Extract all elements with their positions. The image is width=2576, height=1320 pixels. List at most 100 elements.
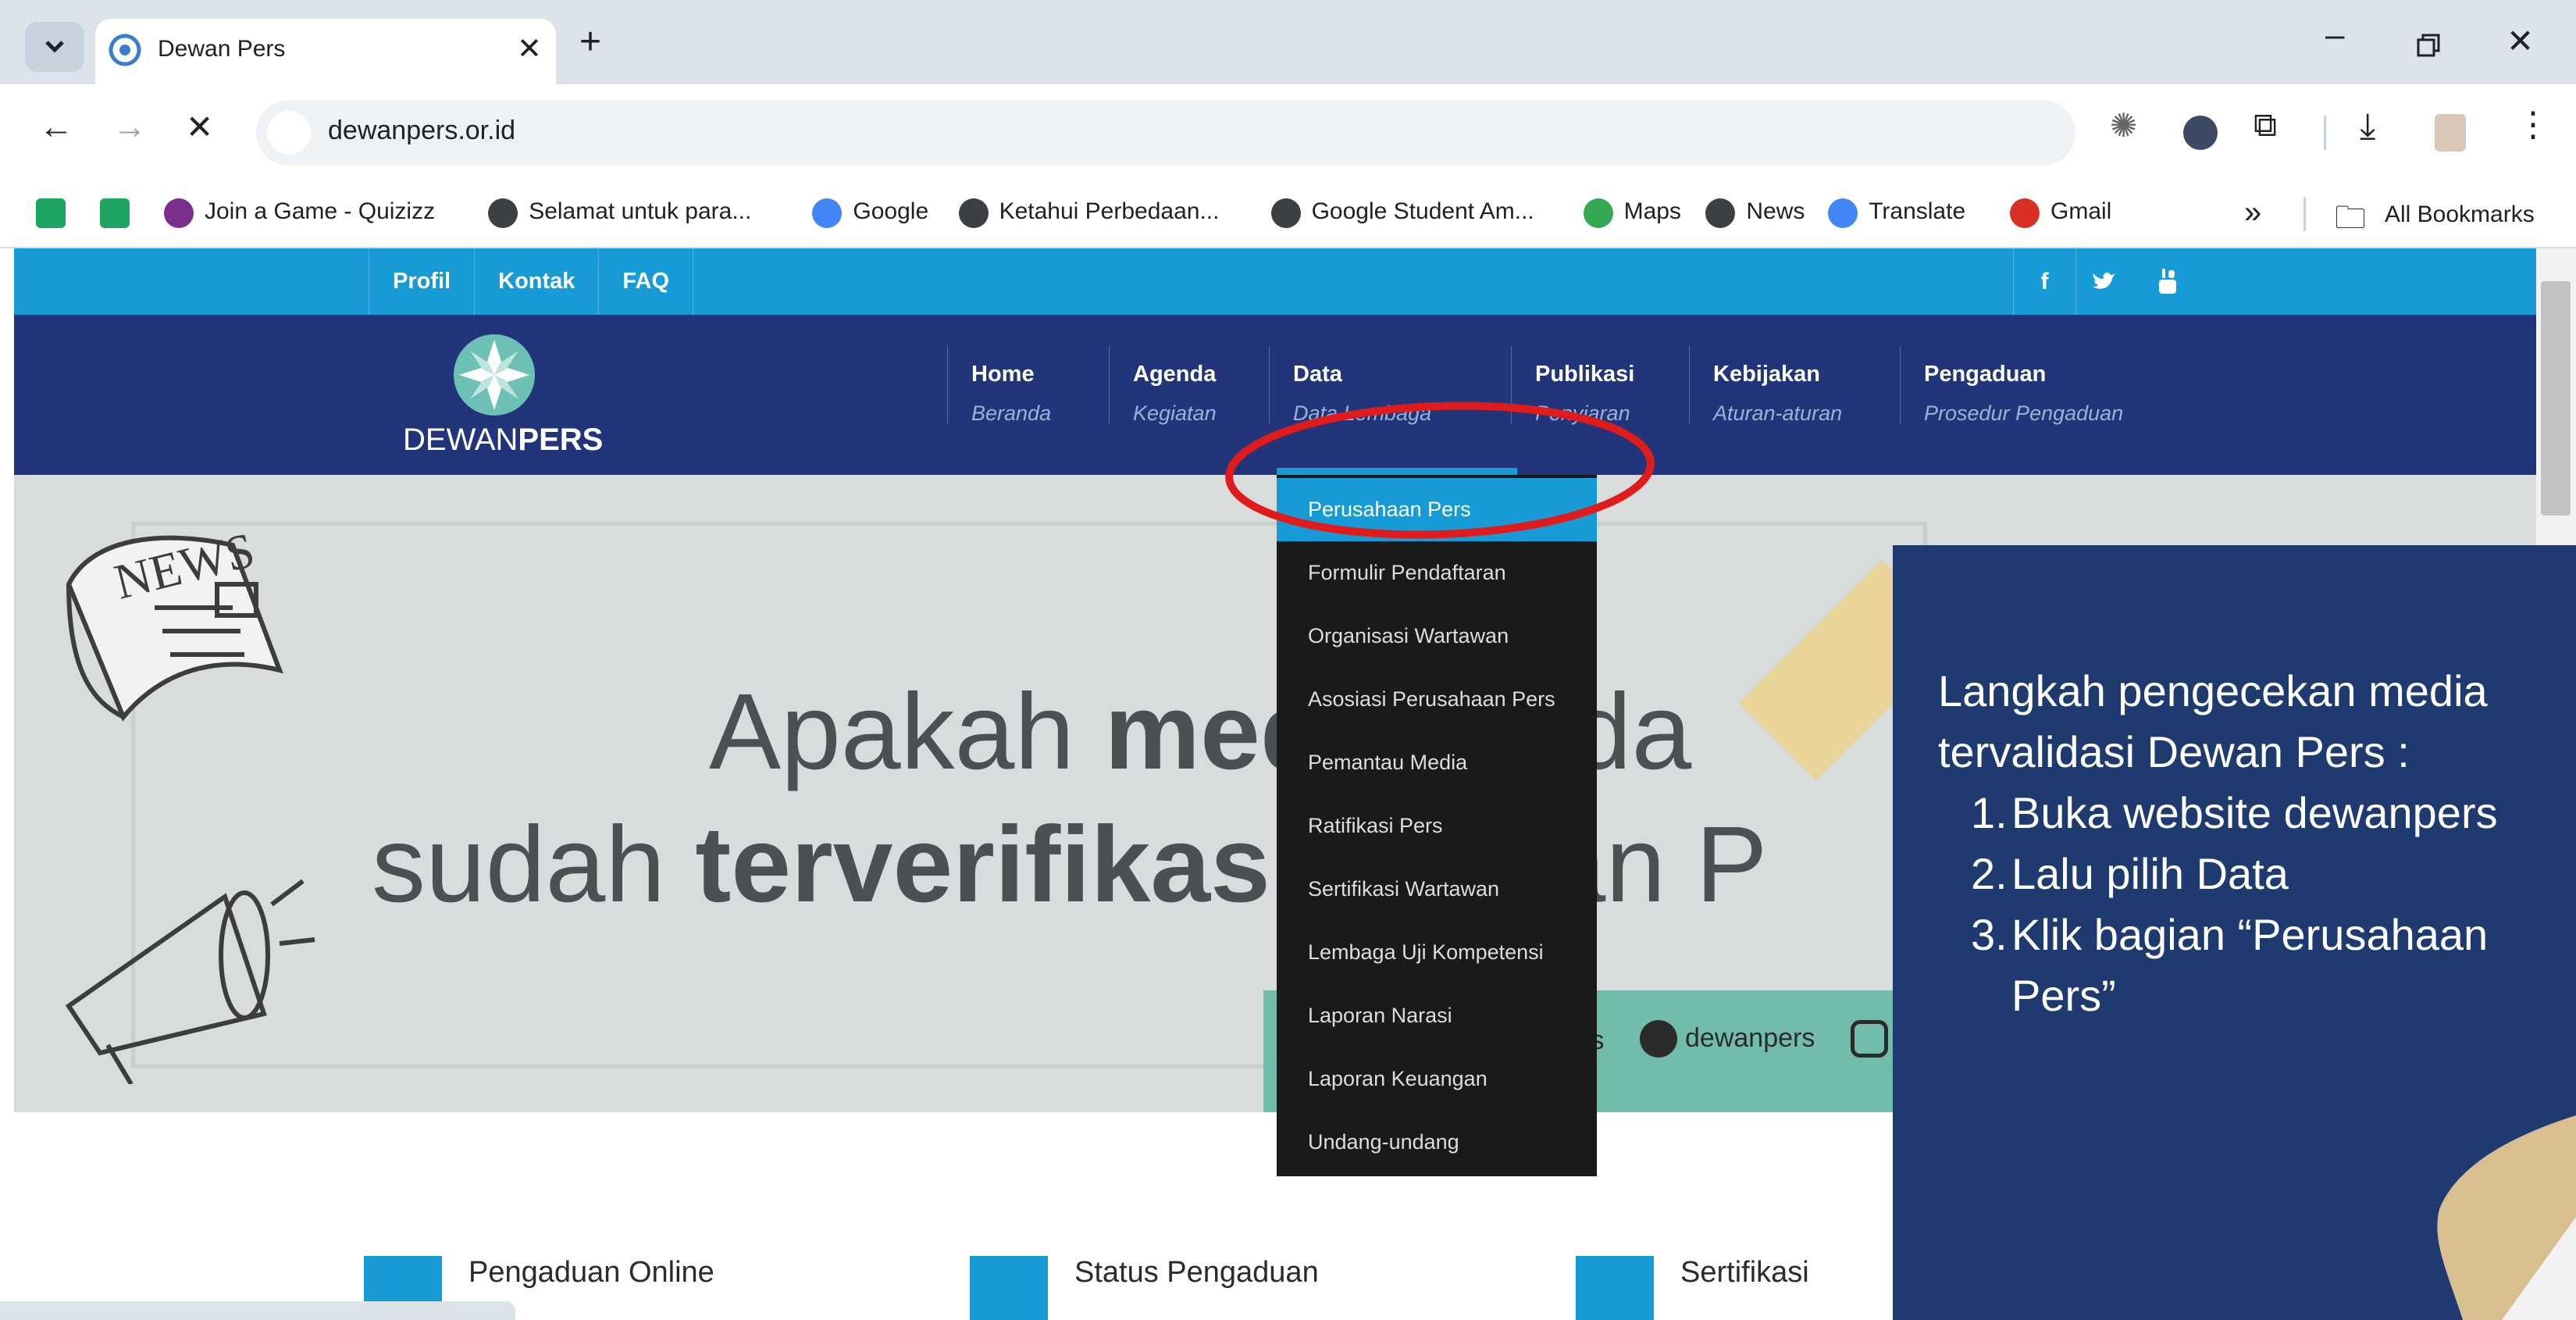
step-number: 3. bbox=[1971, 910, 2008, 959]
address-bar[interactable]: dewanpers.or.id bbox=[256, 100, 2075, 166]
scrollbar-thumb[interactable] bbox=[2541, 281, 2571, 516]
bookmark-label: Translate bbox=[1869, 198, 1966, 224]
extension-icon[interactable]: ✺ bbox=[2110, 106, 2137, 144]
logo-text-light: DEWAN bbox=[403, 423, 518, 457]
bookmark-label: Maps bbox=[1623, 198, 1681, 224]
new-tab-button[interactable]: + bbox=[579, 20, 601, 63]
dropdown-item[interactable]: Lembaga Uji Kompetensi bbox=[1277, 921, 1597, 984]
cursor-extension-icon[interactable] bbox=[2183, 116, 2218, 150]
download-icon[interactable]: ⤓ bbox=[2360, 105, 2375, 148]
restore-icon[interactable] bbox=[2416, 33, 2441, 58]
back-arrow-icon[interactable]: ← bbox=[39, 108, 73, 147]
graduation-cap-icon bbox=[1576, 1256, 1654, 1320]
stop-loading-icon[interactable]: ✕ bbox=[186, 108, 213, 146]
bookmark-label: Join a Game - Quizizz bbox=[205, 198, 436, 224]
bookmark-item[interactable]: Ketahui Perbedaan... bbox=[958, 195, 1220, 234]
site-info-icon[interactable] bbox=[267, 111, 311, 155]
dropdown-item[interactable]: Sertifikasi Wartawan bbox=[1277, 858, 1597, 921]
feature-title: Sertifikasi bbox=[1680, 1256, 1809, 1289]
bookmark-label: Google Student Am... bbox=[1311, 198, 1534, 224]
bookmark-label: Selamat untuk para... bbox=[529, 198, 752, 224]
url-text[interactable]: dewanpers.or.id bbox=[328, 116, 515, 146]
dropdown-item[interactable]: Organisasi Wartawan bbox=[1277, 605, 1597, 668]
step-text: Klik bagian “Perusahaan Pers” bbox=[2011, 910, 2489, 1020]
dropdown-item[interactable]: Undang-undang bbox=[1277, 1111, 1597, 1174]
bookmark-item[interactable]: Gmail bbox=[2010, 195, 2111, 234]
headline-part: Apakah bbox=[709, 672, 1105, 792]
dewanpers-logo-icon[interactable] bbox=[451, 332, 537, 418]
topbar-link-faq[interactable]: FAQ bbox=[599, 248, 694, 315]
data-dropdown-menu: Perusahaan Pers Formulir Pendaftaran Organ… bbox=[1277, 475, 1597, 1176]
nav-item-kebijakan[interactable]: Kebijakan Aturan-aturan bbox=[1689, 346, 1900, 425]
folder-icon: 🗀 bbox=[2335, 201, 2366, 235]
globe-icon bbox=[488, 198, 518, 228]
bookmark-item[interactable]: Translate bbox=[1828, 195, 1965, 234]
dropdown-item[interactable]: Pemantau Media bbox=[1277, 731, 1597, 794]
tab-title: Dewan Pers bbox=[158, 36, 286, 62]
quizizz-icon bbox=[164, 198, 194, 228]
bookmarks-divider bbox=[2303, 197, 2306, 231]
bookmark-label: News bbox=[1746, 198, 1805, 224]
topbar-link-kontak[interactable]: Kontak bbox=[475, 248, 600, 315]
site-logo-text[interactable]: DEWANPERS bbox=[403, 423, 603, 458]
dropdown-item[interactable]: Asosiasi Perusahaan Pers bbox=[1277, 668, 1597, 731]
feature-status-pengaduan[interactable]: Status Pengaduan bbox=[970, 1256, 1360, 1320]
facebook-icon[interactable]: f bbox=[2014, 248, 2076, 315]
nav-kebijakan-sub: Aturan-aturan bbox=[1713, 401, 1843, 425]
sheets-icon bbox=[100, 198, 130, 228]
bookmark-label: Gmail bbox=[2050, 198, 2112, 224]
bookmark-item[interactable]: Selamat untuk para... bbox=[488, 195, 751, 234]
topbar-link-profil[interactable]: Profil bbox=[369, 248, 476, 315]
panel-intro: Langkah pengecekan media tervalidasi Dew… bbox=[1938, 666, 2488, 776]
feature-title: Status Pengaduan bbox=[1074, 1256, 1319, 1289]
minimize-icon[interactable]: – bbox=[2325, 16, 2344, 55]
youtube-icon[interactable] bbox=[2157, 267, 2178, 295]
dropdown-item[interactable]: Ratifikasi Pers bbox=[1277, 794, 1597, 858]
panel-step-2: 2.Lalu pilih Data bbox=[1971, 844, 2564, 904]
hero-twitter-handle: dewanpers bbox=[1685, 1023, 1815, 1053]
nav-item-pengaduan[interactable]: Pengaduan Prosedur Pengaduan bbox=[1900, 346, 2134, 425]
bookmark-item[interactable]: Google Student Am... bbox=[1270, 195, 1534, 234]
extensions-puzzle-icon[interactable]: ⧉ bbox=[2254, 106, 2277, 144]
browser-tab[interactable]: Dewan Pers ✕ bbox=[95, 19, 556, 84]
bookmark-label: Ketahui Perbedaan... bbox=[999, 198, 1220, 224]
panel-step-3: 3.Klik bagian “Perusahaan Pers” bbox=[1971, 904, 2517, 1026]
bookmark-item[interactable]: Maps bbox=[1583, 195, 1681, 234]
headline-bold: terverifikasi bbox=[695, 804, 1301, 925]
dropdown-item[interactable]: Laporan Keuangan bbox=[1277, 1047, 1597, 1111]
bookmark-item[interactable] bbox=[36, 195, 66, 234]
hero-twitter-icon bbox=[1640, 1020, 1677, 1058]
bookmark-item[interactable]: News bbox=[1705, 195, 1805, 234]
hero-instagram-icon bbox=[1851, 1020, 1888, 1058]
twitter-icon[interactable] bbox=[2092, 270, 2117, 292]
globe-icon bbox=[958, 198, 989, 228]
dropdown-item[interactable]: Laporan Narasi bbox=[1277, 984, 1597, 1047]
menu-dots-icon[interactable]: ⋮ bbox=[2516, 105, 2550, 144]
translate-icon bbox=[1828, 198, 1858, 228]
site-topbar: Profil Kontak FAQ f bbox=[14, 248, 2536, 315]
nav-item-home[interactable]: Home Beranda bbox=[947, 346, 1107, 425]
headline-part: sudah bbox=[372, 804, 696, 925]
bookmark-item[interactable] bbox=[100, 195, 130, 234]
bookmark-item[interactable]: Join a Game - Quizizz bbox=[164, 195, 435, 234]
google-icon bbox=[812, 198, 843, 228]
all-bookmarks-link[interactable]: All Bookmarks bbox=[2385, 202, 2535, 228]
nav-kebijakan-title: Kebijakan bbox=[1713, 362, 1820, 387]
tab-close-icon[interactable]: ✕ bbox=[517, 31, 542, 66]
globe-icon bbox=[1270, 198, 1301, 228]
bookmark-item[interactable]: Google bbox=[812, 195, 928, 234]
more-bookmarks-icon[interactable]: » bbox=[2244, 195, 2261, 230]
close-window-icon[interactable]: ✕ bbox=[2507, 22, 2534, 60]
nav-home-title: Home bbox=[971, 362, 1035, 387]
tab-search-button[interactable] bbox=[25, 22, 84, 72]
highlight-ellipse bbox=[1225, 401, 1655, 539]
feature-sertifikasi[interactable]: Sertifikasi bbox=[1576, 1256, 1888, 1320]
avatar[interactable] bbox=[2435, 114, 2466, 152]
globe-icon bbox=[1705, 198, 1736, 228]
topbar-links: Profil Kontak FAQ bbox=[369, 248, 694, 315]
forward-arrow-icon[interactable]: → bbox=[112, 108, 147, 147]
social-links: f bbox=[2013, 248, 2176, 315]
step-text: Buka website dewanpers bbox=[2011, 788, 2498, 837]
nav-pengaduan-title: Pengaduan bbox=[1924, 362, 2047, 387]
maps-icon bbox=[1583, 198, 1613, 228]
